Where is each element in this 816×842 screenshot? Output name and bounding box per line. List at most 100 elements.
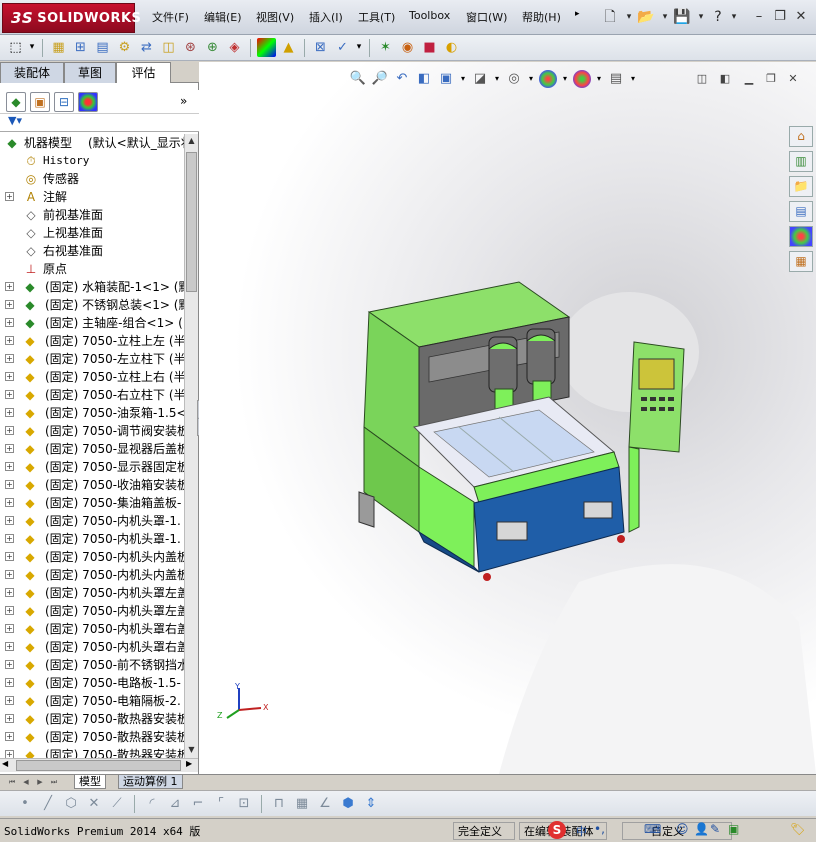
tree-component-row[interactable]: + ◆ (固定) 7050-显视器后盖板 (0, 440, 184, 458)
tree-item[interactable]: ⏱ History (0, 152, 184, 170)
menu-help[interactable]: 帮助(H) (522, 9, 561, 25)
expand-toggle-icon[interactable]: + (5, 606, 14, 615)
zoom-to-fit-icon[interactable]: 🔍 (349, 70, 367, 88)
expand-toggle-icon[interactable]: + (5, 750, 14, 758)
expand-toggle-icon[interactable]: + (5, 318, 14, 327)
emoji-icon[interactable]: ☺ (676, 822, 689, 836)
expand-toggle-icon[interactable]: + (5, 642, 14, 651)
configurationmanager-icon[interactable]: ⊟ (54, 91, 74, 112)
expand-toggle-icon[interactable]: + (5, 588, 14, 597)
tree-component-row[interactable]: + ◆ (固定) 7050-内机头罩-1. (0, 512, 184, 530)
restore-icon[interactable]: ❐ (771, 9, 789, 25)
tag-icon[interactable]: 🏷 (790, 822, 805, 836)
menu-insert[interactable]: 插入(I) (309, 9, 343, 25)
tab-motion-study[interactable]: 运动算例 1 (118, 775, 183, 789)
solidworks-resources-icon[interactable]: ⌂ (789, 126, 813, 147)
tree-component-row[interactable]: + ◆ (固定) 7050-散热器安装板 (0, 728, 184, 746)
expand-toggle-icon[interactable]: + (5, 462, 14, 471)
dynamic-annotation-icon[interactable]: ▣ (437, 70, 455, 88)
expand-toggle-icon[interactable]: + (5, 534, 14, 543)
tree-component-row[interactable]: + ◆ (固定) 7050-内机头内盖板 (0, 566, 184, 584)
polygon-icon[interactable]: ⬡ (62, 795, 80, 813)
tree-item[interactable]: ◎ 传感器 (0, 170, 184, 188)
interference-dropdown-icon[interactable]: ▾ (355, 38, 363, 57)
large-assembly-mode-icon[interactable]: ■ (420, 38, 439, 57)
expand-toggle-icon[interactable]: + (5, 372, 14, 381)
fillet-icon[interactable]: ◜ (143, 795, 161, 813)
expand-toggle-icon[interactable]: + (5, 408, 14, 417)
scrollbar-thumb[interactable] (186, 152, 197, 292)
exploded-view-icon[interactable]: ⊠ (311, 38, 330, 57)
custom-properties-icon[interactable]: ▦ (789, 251, 813, 272)
scroll-left-arrow-icon[interactable]: ◀ (2, 759, 8, 768)
expand-toggle-icon[interactable]: + (5, 192, 14, 201)
graphics-viewport[interactable]: 🔍 🔎 ↶ ◧ ▣ ▾ ◪ ▾ ◎ ▾ ▾ ▾ ▤ ▾ ◫ ◧ ▁ ❐ ✕ ⌂ … (199, 62, 816, 774)
featuremanager-tree-icon[interactable]: ◆ (6, 91, 26, 112)
last-tab-icon[interactable]: ⏭ (48, 776, 60, 788)
open-folder-icon[interactable]: 📂 (636, 7, 656, 27)
tree-component-row[interactable]: + ◆ (固定) 7050-立柱上左 (半 (0, 332, 184, 350)
annotation-dropdown-icon[interactable]: ▾ (459, 70, 467, 88)
doc-minimize-icon[interactable]: ▁ (741, 72, 757, 86)
tree-component-row[interactable]: + ◆ (固定) 7050-内机头罩右盖 (0, 638, 184, 656)
tree-component-row[interactable]: + ◆ (固定) 7050-电箱隔板-2. (0, 692, 184, 710)
design-library-icon[interactable]: ▥ (789, 151, 813, 172)
view-palette-icon[interactable]: ▤ (789, 201, 813, 222)
scroll-right-arrow-icon[interactable]: ▶ (186, 759, 192, 768)
doc-restore-icon[interactable]: ❐ (763, 72, 779, 86)
expand-toggle-icon[interactable]: + (5, 660, 14, 669)
tree-component-row[interactable]: + ◆ (固定) 7050-电路板-1.5- (0, 674, 184, 692)
appearance-icon[interactable] (257, 38, 276, 57)
zoom-to-area-icon[interactable]: 🔎 (371, 70, 389, 88)
tree-filter-row[interactable]: ▼▾ (0, 114, 199, 132)
tree-item[interactable]: ⊥ 原点 (0, 260, 184, 278)
ime-punct-icon[interactable]: •, (594, 822, 605, 836)
tree-component-row[interactable]: + ◆ (固定) 7050-集油箱盖板- (0, 494, 184, 512)
explode-line-sketch-icon[interactable]: ✶ (376, 38, 395, 57)
menu-toolbox[interactable]: Toolbox (409, 9, 450, 22)
insert-component-icon[interactable]: ▦ (49, 38, 68, 57)
menu-window[interactable]: 窗口(W) (466, 9, 507, 25)
machine-model[interactable] (339, 277, 699, 622)
input-method-icon[interactable]: S (548, 821, 566, 839)
scroll-down-arrow-icon[interactable]: ▼ (185, 743, 198, 757)
expand-toggle-icon[interactable]: + (5, 444, 14, 453)
hscroll-thumb[interactable] (16, 760, 181, 771)
expand-toggle-icon[interactable]: + (5, 282, 14, 291)
expand-toggle-icon[interactable]: + (5, 300, 14, 309)
expand-toggle-icon[interactable]: + (5, 552, 14, 561)
tile-horizontal-icon[interactable]: ◫ (694, 72, 710, 86)
expand-toggle-icon[interactable]: + (5, 498, 14, 507)
tree-component-row[interactable]: + ◆ (固定) 主轴座-组合<1> ( (0, 314, 184, 332)
section-view-icon[interactable]: ◧ (415, 70, 433, 88)
tab-assembly[interactable]: 装配体 (0, 62, 64, 83)
tree-component-row[interactable]: + ◆ (固定) 7050-油泵箱-1.5< (0, 404, 184, 422)
chamfer-icon[interactable]: ⊿ (166, 795, 184, 813)
extend-icon[interactable]: ⟋ (108, 795, 126, 813)
tree-component-row[interactable]: + ◆ (固定) 7050-内机头罩左盖 (0, 584, 184, 602)
menu-file[interactable]: 文件(F) (152, 9, 189, 25)
expand-toggle-icon[interactable]: + (5, 336, 14, 345)
expand-toggle-icon[interactable]: + (5, 516, 14, 525)
orientation-dropdown-icon[interactable]: ▾ (493, 70, 501, 88)
tree-component-row[interactable]: + ◆ (固定) 7050-散热器安装板 (0, 710, 184, 728)
expand-toggle-icon[interactable]: + (5, 354, 14, 363)
appearances-scenes-icon[interactable] (789, 226, 813, 247)
tree-component-row[interactable]: + ◆ (固定) 7050-内机头内盖板 (0, 548, 184, 566)
ime-chinese-icon[interactable]: 中 (576, 823, 587, 839)
apply-scene-icon[interactable]: ▤ (607, 70, 625, 88)
edit-appearance-icon[interactable] (573, 70, 591, 88)
expand-toggle-icon[interactable]: + (5, 732, 14, 741)
tree-component-row[interactable]: + ◆ (固定) 7050-收油箱安装板 (0, 476, 184, 494)
show-hidden-icon[interactable]: ◫ (159, 38, 178, 57)
tile-vertical-icon[interactable]: ◧ (717, 72, 733, 86)
solidworks-logo[interactable]: 3S SOLIDWORKS (2, 3, 141, 33)
offset-icon[interactable]: ⌐ (189, 795, 207, 813)
menu-edit[interactable]: 编辑(E) (204, 9, 242, 25)
scroll-up-arrow-icon[interactable]: ▲ (185, 134, 198, 148)
prev-tab-icon[interactable]: ◀ (20, 776, 32, 788)
save-icon[interactable]: 💾 (672, 7, 692, 27)
select-tool-icon[interactable]: ⬚ (6, 38, 25, 57)
smart-dimension-icon[interactable]: ⊓ (270, 795, 288, 813)
tab-evaluate[interactable]: 评估 (116, 62, 171, 83)
